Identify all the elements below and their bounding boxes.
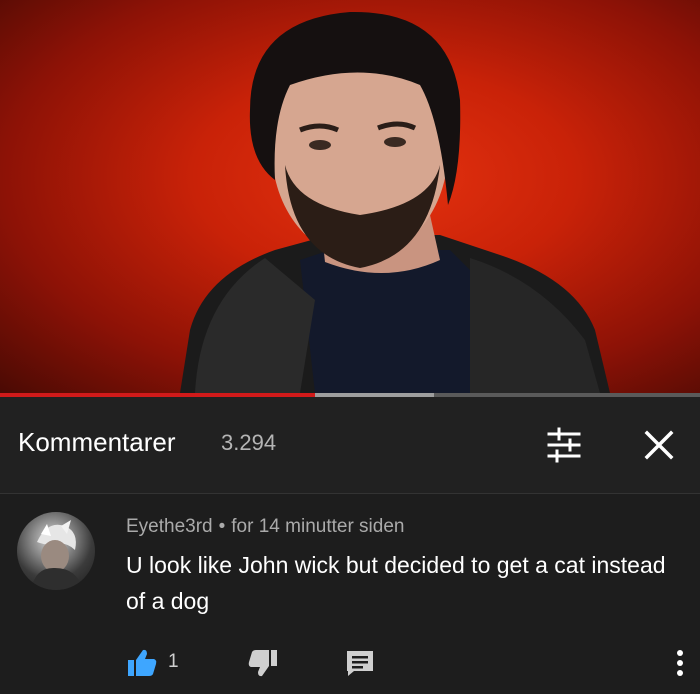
avatar[interactable] xyxy=(17,512,95,590)
reply-icon[interactable] xyxy=(344,647,376,679)
comment-actions: 1 xyxy=(0,639,700,687)
video-player[interactable] xyxy=(0,0,700,393)
comment-author[interactable]: Eyethe3rd xyxy=(126,516,213,537)
avatar-image xyxy=(31,520,83,590)
comment-text: U look like John wick but decided to get… xyxy=(126,552,666,614)
comment-time: for 14 minutter siden xyxy=(231,516,405,537)
comments-header: Kommentarer 3.294 xyxy=(0,397,700,494)
comment-item: Eyethe3rd • for 14 minutter siden U look l… xyxy=(0,494,700,694)
more-vert-icon[interactable] xyxy=(668,645,692,681)
close-icon[interactable] xyxy=(640,426,678,464)
thumbs-down-icon[interactable] xyxy=(247,647,279,679)
like-count: 1 xyxy=(168,651,179,672)
comment-meta: Eyethe3rd • for 14 minutter siden xyxy=(126,516,404,538)
comments-title: Kommentarer xyxy=(18,427,176,457)
sort-icon[interactable] xyxy=(545,426,583,464)
thumbs-up-icon[interactable] xyxy=(126,647,158,679)
comments-count: 3.294 xyxy=(221,430,277,455)
meta-separator: • xyxy=(218,516,226,537)
video-frame-illustration xyxy=(180,11,610,393)
